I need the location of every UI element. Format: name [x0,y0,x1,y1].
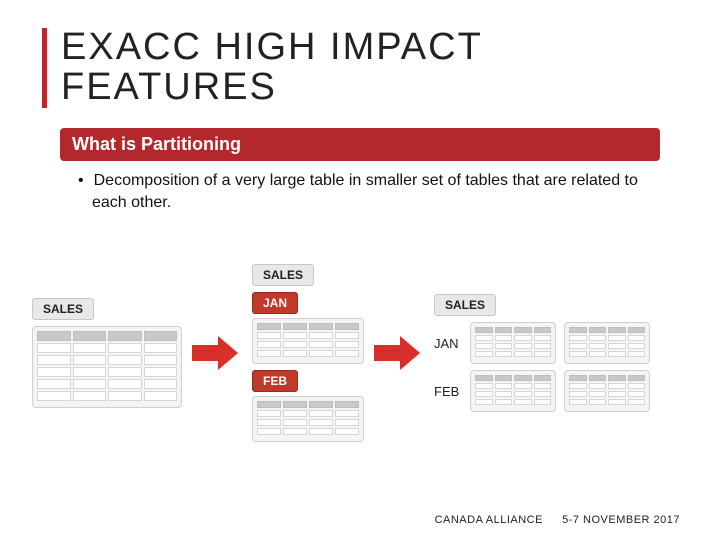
feb-partition: FEB [252,370,364,442]
slide-title: EXACC HIGH IMPACT FEATURES [61,28,483,108]
title-line-1: EXACC HIGH IMPACT [61,26,483,68]
subtitle-band: What is Partitioning [60,128,660,161]
mini-table-icon [564,322,650,364]
arrow-icon [374,336,424,370]
feb-subpartition-row: FEB [434,370,650,412]
jan-table-icon [252,318,364,364]
bullet-item: Decomposition of a very large table in s… [92,170,638,213]
mini-table-icon [564,370,650,412]
sales-label-3: SALES [434,294,496,316]
large-table-icon [32,326,182,408]
mini-table-icon [470,370,556,412]
sales-label-1: SALES [32,298,94,320]
title-block: EXACC HIGH IMPACT FEATURES [42,28,483,108]
bullet-list: Decomposition of a very large table in s… [78,170,638,213]
single-table-column: SALES [32,298,182,408]
feb-text-label: FEB [434,370,464,399]
sales-label-2: SALES [252,264,314,286]
month-partition-column: SALES JAN FEB [252,264,364,442]
footer: CANADA ALLIANCE 5-7 NOVEMBER 2017 [435,514,680,526]
arrow-icon [192,336,242,370]
footer-org: CANADA ALLIANCE [435,514,543,526]
title-accent-bar [42,28,47,108]
jan-badge: JAN [252,292,298,314]
jan-partition: JAN [252,292,364,364]
feb-table-icon [252,396,364,442]
title-line-2: FEATURES [61,66,277,108]
jan-text-label: JAN [434,322,464,351]
feb-badge: FEB [252,370,298,392]
jan-subpartition-row: JAN [434,322,650,364]
partitioning-diagram: SALES SALES JAN FEB [32,248,688,458]
mini-table-icon [470,322,556,364]
subtitle-text: What is Partitioning [72,134,241,154]
subpartition-column: SALES JAN FEB [434,294,650,412]
footer-date: 5-7 NOVEMBER 2017 [562,514,680,526]
